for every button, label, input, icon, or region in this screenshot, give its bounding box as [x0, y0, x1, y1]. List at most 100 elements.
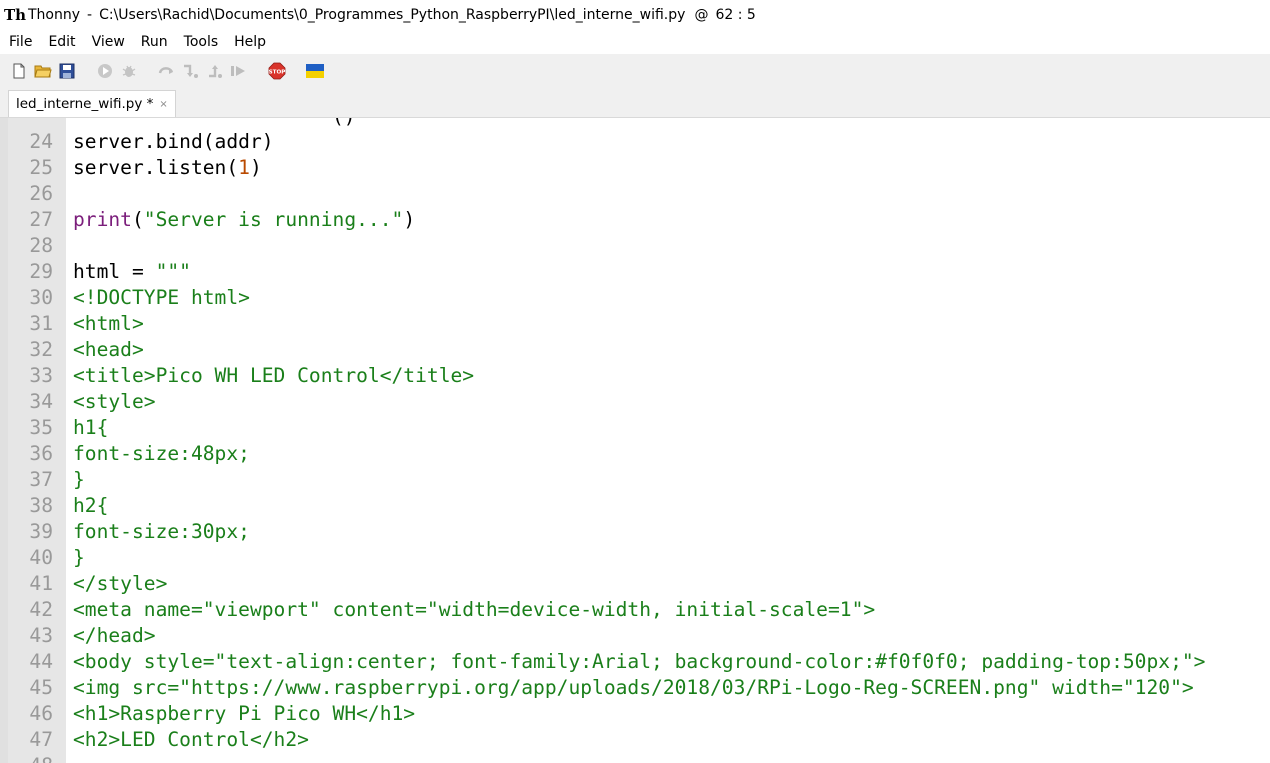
code-line: <title>Pico WH LED Control</title> — [66, 363, 474, 389]
code-token: ( — [131, 208, 144, 231]
code-editor[interactable]: 24 25 26 27 28 29 30 31 32 33 34 35 36 37 38 39 40 41 42 43… — [0, 117, 1270, 763]
line-number: 45 — [29, 676, 53, 699]
line-number: 38 — [29, 494, 53, 517]
code-line: </head> — [66, 623, 156, 649]
code-token: "Server is running..." — [143, 208, 404, 231]
menu-view[interactable]: View — [84, 31, 133, 53]
menu-edit[interactable]: Edit — [40, 31, 83, 53]
cropped-code-fragment: () — [332, 118, 356, 130]
line-number: 33 — [29, 364, 53, 387]
resume-icon[interactable] — [230, 62, 248, 80]
run-icon[interactable] — [96, 62, 114, 80]
code-token: ) — [403, 208, 416, 231]
line-number: 36 — [29, 442, 53, 465]
line-number-gutter: 24 25 26 27 28 29 30 31 32 33 34 35 36 37 38 39 40 41 42 43… — [0, 118, 66, 763]
code-token: server.listen( — [73, 156, 239, 179]
line-number: 34 — [29, 390, 53, 413]
line-number: 39 — [29, 520, 53, 543]
title-at: @ — [694, 7, 709, 23]
code-line: font-size:48px; — [66, 441, 250, 467]
editor-tab-bar: led_interne_wifi.py * × — [0, 88, 1270, 117]
line-number: 26 — [29, 182, 53, 205]
code-area[interactable]: () server.bind(addr)server.listen(1)prin… — [66, 118, 1270, 763]
code-token: <body style="text-align:center; font-fam… — [73, 650, 1206, 673]
code-token: <h1>Raspberry Pi Pico WH</h1> — [73, 702, 416, 725]
ukraine-flag-icon[interactable] — [306, 62, 324, 80]
code-token: <html> — [73, 312, 144, 335]
line-number: 29 — [29, 260, 53, 283]
debug-icon[interactable] — [120, 62, 138, 80]
step-into-icon[interactable] — [182, 62, 200, 80]
thonny-logo-icon: Th — [4, 6, 27, 24]
title-bar: Th Thonny - C:\Users\Rachid\Documents\0_… — [0, 0, 1270, 30]
menu-help[interactable]: Help — [226, 31, 274, 53]
line-number: 47 — [29, 728, 53, 751]
code-token: 1 — [238, 156, 250, 179]
line-number: 32 — [29, 338, 53, 361]
code-token: </head> — [73, 624, 156, 647]
code-token: print — [73, 208, 132, 231]
code-token: <style> — [73, 390, 156, 413]
line-number: 28 — [29, 234, 53, 257]
code-line: </style> — [66, 571, 167, 597]
stop-icon[interactable]: STOP — [268, 62, 286, 80]
code-line: <head> — [66, 337, 144, 363]
code-line: <h2>LED Control</h2> — [66, 727, 309, 753]
new-file-icon[interactable] — [10, 62, 28, 80]
line-number: 27 — [29, 208, 53, 231]
code-token: } — [73, 468, 85, 491]
save-icon[interactable] — [58, 62, 76, 80]
menu-bar: File Edit View Run Tools Help — [0, 30, 1270, 54]
open-file-icon[interactable] — [34, 62, 52, 80]
code-line: <html> — [66, 311, 144, 337]
editor-tab[interactable]: led_interne_wifi.py * × — [8, 90, 176, 117]
code-line: <h1>Raspberry Pi Pico WH</h1> — [66, 701, 415, 727]
tab-label: led_interne_wifi.py * — [16, 96, 154, 112]
app-name: Thonny — [28, 7, 81, 23]
code-token: server.bind(addr) — [73, 130, 274, 153]
code-token: ) — [249, 156, 262, 179]
line-number: 37 — [29, 468, 53, 491]
code-token: <h2>LED Control</h2> — [73, 728, 309, 751]
menu-tools[interactable]: Tools — [176, 31, 227, 53]
file-path: C:\Users\Rachid\Documents\0_Programmes_P… — [99, 7, 686, 23]
cursor-position: 62 : 5 — [715, 7, 756, 23]
code-line: } — [66, 545, 85, 571]
code-line: <body style="text-align:center; font-fam… — [66, 649, 1205, 675]
code-token: h2{ — [73, 494, 109, 517]
line-number: 43 — [29, 624, 53, 647]
line-number: 40 — [29, 546, 53, 569]
line-number: 46 — [29, 702, 53, 725]
code-line: print("Server is running...") — [66, 207, 415, 233]
code-line: <!DOCTYPE html> — [66, 285, 250, 311]
code-token: """ — [155, 260, 191, 283]
code-line: <meta name="viewport" content="width=dev… — [66, 597, 875, 623]
code-token: <img src="https://www.raspberrypi.org/ap… — [73, 676, 1194, 699]
code-line: <style> — [66, 389, 156, 415]
code-line: font-size:30px; — [66, 519, 250, 545]
stop-label: STOP — [269, 70, 286, 76]
code-line: <img src="https://www.raspberrypi.org/ap… — [66, 675, 1194, 701]
toolbar: STOP — [0, 54, 1270, 88]
code-line: } — [66, 467, 85, 493]
code-token: html = — [73, 260, 156, 283]
code-line: html = """ — [66, 259, 191, 285]
menu-file[interactable]: File — [0, 31, 40, 53]
code-line: server.listen(1) — [66, 155, 262, 181]
line-number: 44 — [29, 650, 53, 673]
step-out-icon[interactable] — [206, 62, 224, 80]
close-icon[interactable]: × — [159, 99, 167, 110]
code-line: server.bind(addr) — [66, 129, 274, 155]
menu-run[interactable]: Run — [133, 31, 176, 53]
line-number: 35 — [29, 416, 53, 439]
code-token: font-size:30px; — [73, 520, 250, 543]
line-number: 25 — [29, 156, 53, 179]
code-token: </style> — [73, 572, 168, 595]
line-number: 41 — [29, 572, 53, 595]
code-token: h1{ — [73, 416, 109, 439]
code-token: } — [73, 546, 85, 569]
step-over-icon[interactable] — [158, 62, 176, 80]
code-line: h1{ — [66, 415, 108, 441]
